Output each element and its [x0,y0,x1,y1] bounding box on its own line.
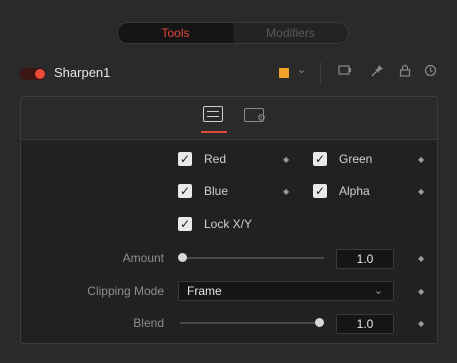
divider [320,62,321,84]
clipping-mode-label: Clipping Mode [87,284,164,298]
amount-slider-track[interactable] [180,257,324,259]
chevron-down-icon[interactable]: ⌄ [297,63,306,76]
keyframe-diamond-icon[interactable]: ◆ [283,155,289,164]
blend-value[interactable]: 1.0 [336,314,394,334]
amount-slider-thumb[interactable] [178,253,187,262]
lock-xy-label: Lock X/Y [204,217,253,231]
controls-icon[interactable] [203,106,223,122]
clipping-mode-select[interactable]: Frame ⌄ [178,281,394,301]
node-name: Sharpen1 [54,65,111,80]
red-label: Red [204,152,227,166]
panel-tab-bar [21,97,437,140]
blend-slider-track[interactable] [180,322,320,324]
amount-label: Amount [122,251,164,265]
keyframe-diamond-icon[interactable]: ◆ [418,187,424,196]
viewer-icon[interactable] [338,64,352,79]
blend-label: Blend [133,316,164,330]
chevron-down-icon: ⌄ [373,285,383,297]
blue-label: Blue [204,184,229,198]
blend-slider-thumb[interactable] [315,318,324,327]
keyframe-diamond-icon[interactable]: ◆ [283,187,289,196]
pin-icon[interactable] [371,64,384,80]
tools-modifiers-switch: Tools Modifiers [117,22,349,44]
keyframe-diamond-icon[interactable]: ◆ [418,287,424,296]
gear-icon: ⚙ [257,113,266,124]
alpha-checkbox[interactable]: ✓ [313,184,327,198]
tab-modifiers[interactable]: Modifiers [233,23,348,43]
amount-value[interactable]: 1.0 [336,249,394,269]
tab-tools[interactable]: Tools [118,23,233,43]
keyframe-diamond-icon[interactable]: ◆ [418,319,424,328]
green-label: Green [339,152,373,166]
node-color-swatch[interactable] [279,68,289,78]
red-checkbox[interactable]: ✓ [178,152,192,166]
reset-icon[interactable] [424,64,437,80]
node-enable-toggle[interactable] [20,68,46,80]
clipping-mode-value: Frame [187,284,222,298]
green-checkbox[interactable]: ✓ [313,152,327,166]
blue-checkbox[interactable]: ✓ [178,184,192,198]
lock-xy-checkbox[interactable]: ✓ [178,217,192,231]
keyframe-diamond-icon[interactable]: ◆ [418,254,424,263]
keyframe-diamond-icon[interactable]: ◆ [418,155,424,164]
lock-icon[interactable] [399,64,411,80]
active-tab-indicator [201,131,227,133]
alpha-label: Alpha [339,184,370,198]
